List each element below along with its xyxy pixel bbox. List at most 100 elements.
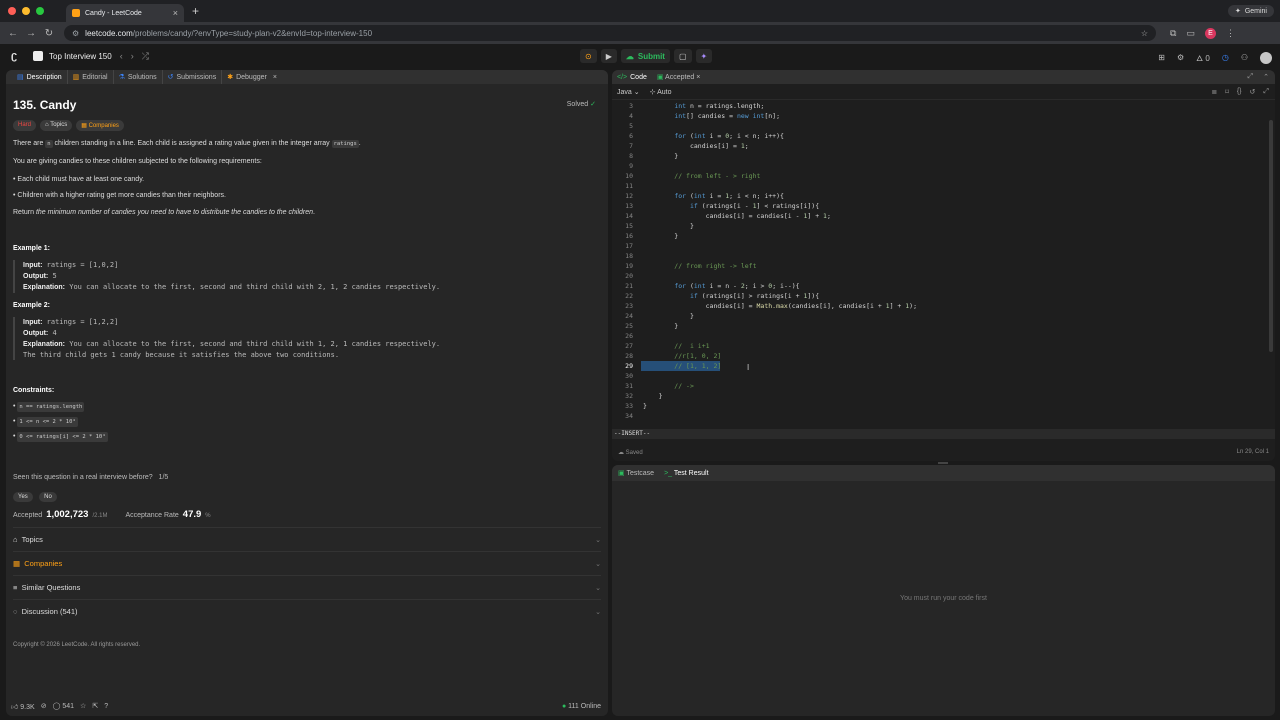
code-line[interactable]: 23 candies[i] = Math.max(candies[i], can… [612, 301, 1275, 311]
forward-icon[interactable]: → [22, 28, 40, 39]
layout-icon[interactable]: ⊞ [1158, 53, 1165, 62]
prev-problem-icon[interactable]: ‹ [120, 51, 123, 61]
run-button[interactable]: ▶ [600, 49, 617, 63]
topics-accordion[interactable]: ⌂ Topics ⌄ [13, 527, 601, 551]
code-line[interactable]: 11 [612, 181, 1275, 191]
code-editor[interactable]: 3 int n = ratings.length; 4 int[] candies… [612, 101, 1275, 431]
cast-icon[interactable]: ▭ [1186, 28, 1195, 39]
tab-description[interactable]: ▤ Description [12, 70, 68, 84]
tab-submissions[interactable]: ↺ Submissions [163, 70, 223, 84]
difficulty-chip[interactable]: Hard [13, 120, 37, 131]
code-line[interactable]: 33} [612, 401, 1275, 411]
panel-resize-handle[interactable] [938, 462, 948, 464]
code-line[interactable]: 6 for (int i = 0; i < n; i++){ [612, 131, 1275, 141]
tab-testcase[interactable]: ▣ Testcase [618, 469, 654, 477]
dislike-icon[interactable]: ⊘ [41, 702, 47, 710]
code-line[interactable]: 12 for (int i = 1; i < n; i++){ [612, 191, 1275, 201]
close-window-button[interactable] [8, 7, 16, 15]
code-line[interactable]: 34 [612, 411, 1275, 421]
companies-accordion[interactable]: ▦ Companies ⌄ [13, 551, 601, 575]
code-line[interactable]: 26 [612, 331, 1275, 341]
fullscreen-icon[interactable]: ⤢ [1263, 88, 1269, 96]
code-line[interactable]: 19 // from right -> left [612, 261, 1275, 271]
format-icon[interactable]: ≣ [1211, 88, 1217, 96]
ai-button[interactable]: ✦ [695, 49, 713, 63]
code-line[interactable]: 9 [612, 161, 1275, 171]
bookmark-icon[interactable]: ⌑ [1225, 88, 1229, 96]
reload-icon[interactable]: ↻ [40, 28, 58, 39]
settings-icon[interactable]: ⚙ [1177, 53, 1184, 62]
language-select[interactable]: Java ⌄ [617, 88, 640, 96]
code-line[interactable]: 20 [612, 271, 1275, 281]
code-line[interactable]: 25 } [612, 321, 1275, 331]
code-line[interactable]: 29 // [1, 1, 2] [612, 361, 1275, 371]
auto-toggle[interactable]: ⊹ Auto [650, 88, 672, 96]
streak-icon[interactable]: 🜂 0 [1196, 49, 1210, 66]
code-line[interactable]: 30 [612, 371, 1275, 381]
close-tab-icon[interactable]: × [273, 74, 277, 81]
code-line[interactable]: 7 candies[i] = 1; [612, 141, 1275, 151]
new-tab-icon[interactable]: + [192, 4, 199, 18]
site-info-icon[interactable]: ⚙ [72, 29, 79, 38]
browser-tab[interactable]: Candy - LeetCode × [66, 4, 184, 22]
submit-button[interactable]: ☁ Submit [620, 49, 670, 63]
bookmark-star-icon[interactable]: ☆ [1141, 29, 1148, 38]
debug-button[interactable]: ⊙ [580, 49, 597, 63]
expand-icon[interactable]: ⤢ [1248, 73, 1254, 81]
companies-chip[interactable]: ▦ Companies [76, 120, 124, 131]
user-avatar[interactable] [1260, 51, 1272, 64]
code-line[interactable]: 31 // -> [612, 381, 1275, 391]
code-line[interactable]: 18 [612, 251, 1275, 261]
tab-code[interactable]: </> Code [617, 74, 647, 81]
discussion-accordion[interactable]: ◌ Discussion (541) ⌄ [13, 599, 601, 623]
similar-questions-accordion[interactable]: ≡ Similar Questions ⌄ [13, 575, 601, 599]
code-line[interactable]: 21 for (int i = n - 2; i > 0; i--){ [612, 281, 1275, 291]
profile-avatar[interactable]: E [1204, 27, 1216, 39]
share-icon[interactable]: ⇱ [92, 702, 98, 710]
comments-button[interactable]: ◯ 541 [53, 702, 74, 710]
code-line[interactable]: 24 } [612, 311, 1275, 321]
tab-editorial[interactable]: ▥ Editorial [68, 70, 114, 84]
menu-icon[interactable]: ⋮ [1226, 28, 1235, 39]
maximize-window-button[interactable] [36, 7, 44, 15]
shuffle-icon[interactable]: ⤮ [142, 51, 149, 62]
add-user-icon[interactable]: ⚇ [1241, 53, 1248, 62]
tab-test-result[interactable]: >_ Test Result [664, 470, 708, 477]
minimize-window-button[interactable] [22, 7, 30, 15]
collapse-icon[interactable]: ⌃ [1263, 73, 1269, 81]
code-line[interactable]: 32 } [612, 391, 1275, 401]
leetcode-logo-icon[interactable]: ʗ [11, 50, 21, 62]
url-input[interactable]: ⚙ leetcode.com/problems/candy/?envType=s… [64, 25, 1156, 41]
braces-icon[interactable]: {} [1237, 88, 1242, 96]
close-tab-icon[interactable]: × [173, 8, 178, 18]
topics-chip[interactable]: ⌂ Topics [40, 120, 73, 131]
notes-button[interactable]: ▢ [673, 49, 692, 63]
code-line[interactable]: 4 int[] candies = new int[n]; [612, 111, 1275, 121]
yes-button[interactable]: Yes [13, 492, 33, 502]
help-icon[interactable]: ? [104, 703, 108, 710]
code-line[interactable]: 13 if (ratings[i - 1] < ratings[i]){ [612, 201, 1275, 211]
code-line[interactable]: 5 [612, 121, 1275, 131]
gemini-button[interactable]: ✦ Gemini [1227, 5, 1274, 17]
next-problem-icon[interactable]: › [131, 51, 134, 61]
code-line[interactable]: 16 } [612, 231, 1275, 241]
reset-icon[interactable]: ↺ [1250, 88, 1256, 96]
tab-accepted[interactable]: ▣ Accepted × [657, 73, 700, 81]
code-line[interactable]: 14 candies[i] = candies[i - 1] + 1; [612, 211, 1275, 221]
star-icon[interactable]: ☆ [80, 702, 86, 710]
no-button[interactable]: No [39, 492, 57, 502]
extensions-icon[interactable]: ⧉ [1170, 28, 1176, 39]
tab-debugger[interactable]: ✱ Debugger × [222, 70, 282, 84]
code-line[interactable]: 17 [612, 241, 1275, 251]
code-line[interactable]: 22 if (ratings[i] > ratings[i + 1]){ [612, 291, 1275, 301]
code-line[interactable]: 15 } [612, 221, 1275, 231]
code-line[interactable]: 10 // from left - > right [612, 171, 1275, 181]
study-plan-link[interactable]: Top Interview 150 [33, 51, 112, 61]
code-line[interactable]: 3 int n = ratings.length; [612, 101, 1275, 111]
like-button[interactable]: 👍︎ 9.3K [11, 702, 35, 711]
editor-scrollbar[interactable] [1269, 120, 1273, 352]
timer-icon[interactable]: ◷ [1222, 53, 1229, 62]
tab-solutions[interactable]: ⚗ Solutions [114, 70, 163, 84]
back-icon[interactable]: ← [4, 28, 22, 39]
code-line[interactable]: 8 } [612, 151, 1275, 161]
